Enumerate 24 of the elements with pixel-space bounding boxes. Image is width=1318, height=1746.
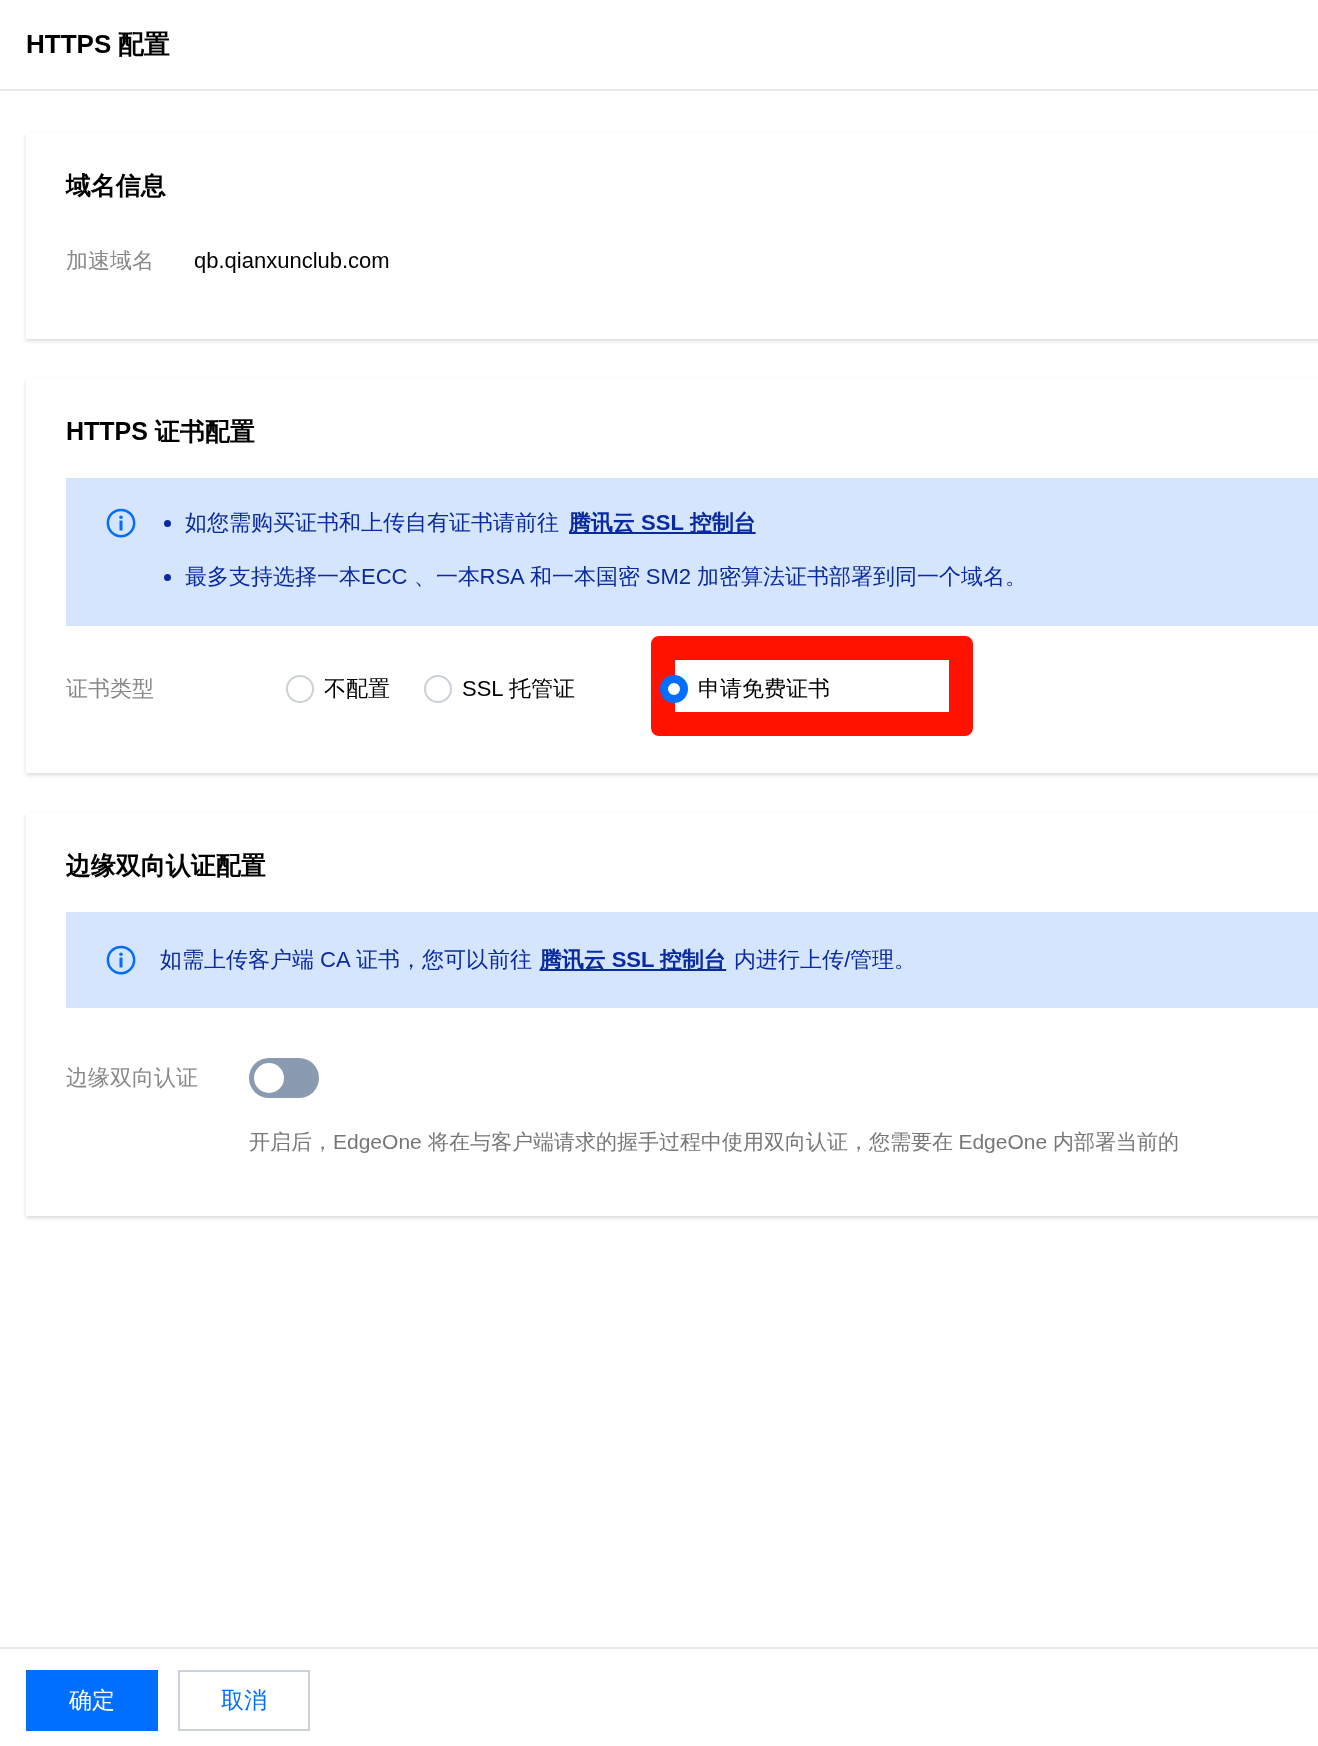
radio-option[interactable]: 不配置 — [286, 674, 390, 704]
notice-text: 如需上传客户端 CA 证书，您可以前往 — [160, 946, 532, 974]
bullet-icon — [164, 519, 171, 527]
info-icon — [106, 508, 136, 538]
radio-option[interactable]: SSL 托管证 — [424, 674, 614, 704]
notice-text: 内进行上传/管理。 — [734, 946, 917, 974]
confirm-button[interactable]: 确定 — [26, 1670, 158, 1731]
section-title: 边缘双向认证配置 — [66, 850, 267, 881]
console-link[interactable]: 腾讯云 SSL 控制台 — [569, 508, 756, 538]
page-title: HTTPS 配置 — [26, 28, 171, 61]
notice-text: 如您需购买证书和上传自有证书请前往 — [185, 509, 559, 537]
domain-value: qb.qianxunclub.com — [194, 248, 390, 274]
description-text: 开启后，EdgeOne 将在与客户端请求的握手过程中使用双向认证，您需要在 EdgeOne 内部署当前的 — [249, 1129, 1180, 1155]
field-label: 证书类型 — [66, 675, 155, 703]
info-icon — [106, 945, 136, 975]
bullet-icon — [164, 573, 171, 581]
console-link[interactable]: 腾讯云 SSL 控制台 — [539, 945, 727, 975]
section-title: 域名信息 — [66, 170, 167, 201]
field-label: 边缘双向认证 — [66, 1064, 199, 1092]
notice-text: 最多支持选择一本ECC 、一本RSA 和一本国密 SM2 加密算法证书部署到同一个域名。 — [185, 563, 1028, 591]
field-label: 加速域名 — [66, 247, 154, 275]
section-title: HTTPS 证书配置 — [66, 416, 256, 447]
cancel-button[interactable]: 取消 — [178, 1670, 310, 1731]
toggle-switch[interactable] — [249, 1058, 319, 1098]
